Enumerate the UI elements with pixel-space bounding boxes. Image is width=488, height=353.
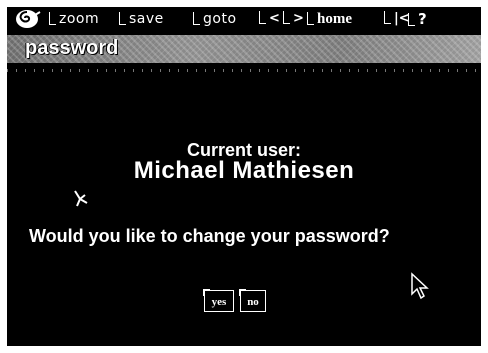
title-bar: password	[7, 35, 481, 63]
change-password-question: Would you like to change your password?	[29, 226, 390, 246]
goto-label: goto	[203, 11, 237, 27]
first-page-button[interactable]: |<	[384, 10, 410, 28]
save-button[interactable]: save	[119, 10, 164, 28]
zoom-label: zoom	[59, 11, 100, 27]
home-label: home	[317, 11, 352, 27]
previous-label: <	[269, 11, 280, 26]
page-title: password	[25, 37, 119, 59]
separator-icon	[193, 12, 200, 25]
current-user-name: Michael Mathiesen	[133, 157, 355, 184]
goto-button[interactable]: goto	[193, 10, 237, 28]
zoom-button[interactable]: zoom	[49, 10, 99, 28]
spiral-logo-icon[interactable]	[13, 9, 41, 29]
separator-icon	[283, 11, 290, 24]
mouse-pointer-icon	[410, 272, 432, 302]
sparkle-icon	[71, 189, 91, 211]
toolbar: zoom save goto < > home |< ?	[7, 7, 481, 31]
no-button[interactable]: no	[239, 289, 266, 312]
help-label: ?	[418, 10, 427, 28]
home-button[interactable]: home	[307, 10, 352, 28]
separator-icon	[307, 12, 314, 25]
app-window: zoom save goto < > home |< ? password Cu…	[7, 7, 481, 346]
help-button[interactable]: ?	[408, 10, 427, 28]
separator-icon	[384, 11, 391, 24]
next-button[interactable]: >	[283, 10, 304, 28]
separator-icon	[49, 12, 56, 25]
next-label: >	[293, 11, 304, 26]
yes-button[interactable]: yes	[203, 289, 234, 312]
save-label: save	[129, 11, 164, 27]
separator-icon	[259, 11, 266, 24]
previous-button[interactable]: <	[259, 10, 280, 28]
divider	[7, 69, 481, 72]
separator-icon	[408, 13, 415, 26]
separator-icon	[119, 12, 126, 25]
